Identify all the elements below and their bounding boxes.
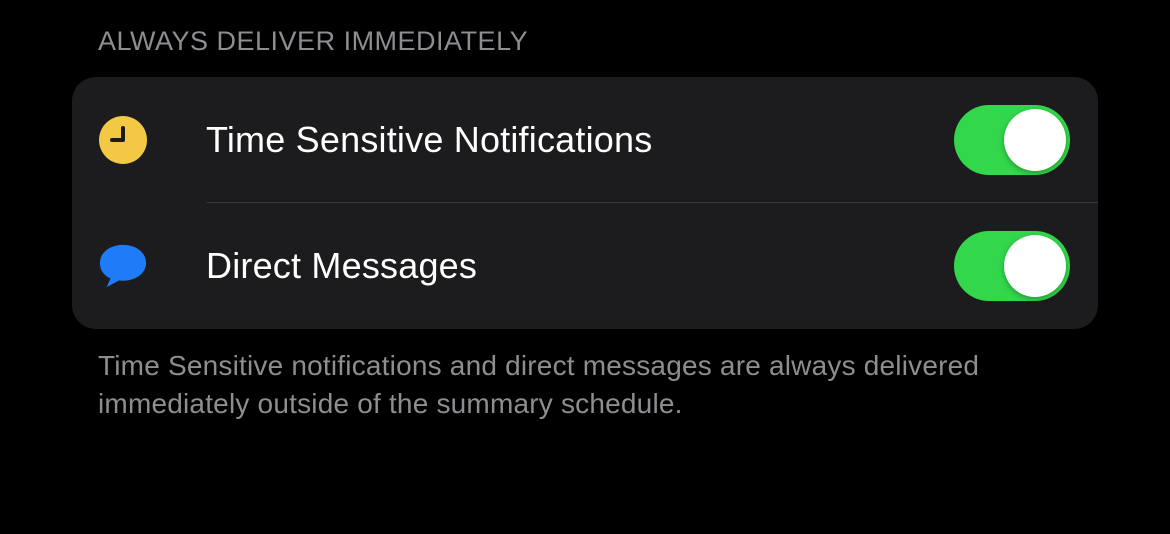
row-label-time-sensitive: Time Sensitive Notifications bbox=[206, 119, 954, 161]
speech-bubble-icon bbox=[98, 241, 148, 291]
section-header: ALWAYS DELIVER IMMEDIATELY bbox=[98, 26, 1098, 57]
toggle-direct-messages[interactable] bbox=[954, 231, 1070, 301]
clock-icon bbox=[98, 115, 148, 165]
row-label-direct-messages: Direct Messages bbox=[206, 245, 954, 287]
row-time-sensitive: Time Sensitive Notifications bbox=[72, 77, 1098, 203]
settings-group: Time Sensitive Notifications Direct Mess… bbox=[72, 77, 1098, 329]
section-footer: Time Sensitive notifications and direct … bbox=[98, 347, 1078, 423]
row-direct-messages: Direct Messages bbox=[72, 203, 1098, 329]
toggle-time-sensitive[interactable] bbox=[954, 105, 1070, 175]
